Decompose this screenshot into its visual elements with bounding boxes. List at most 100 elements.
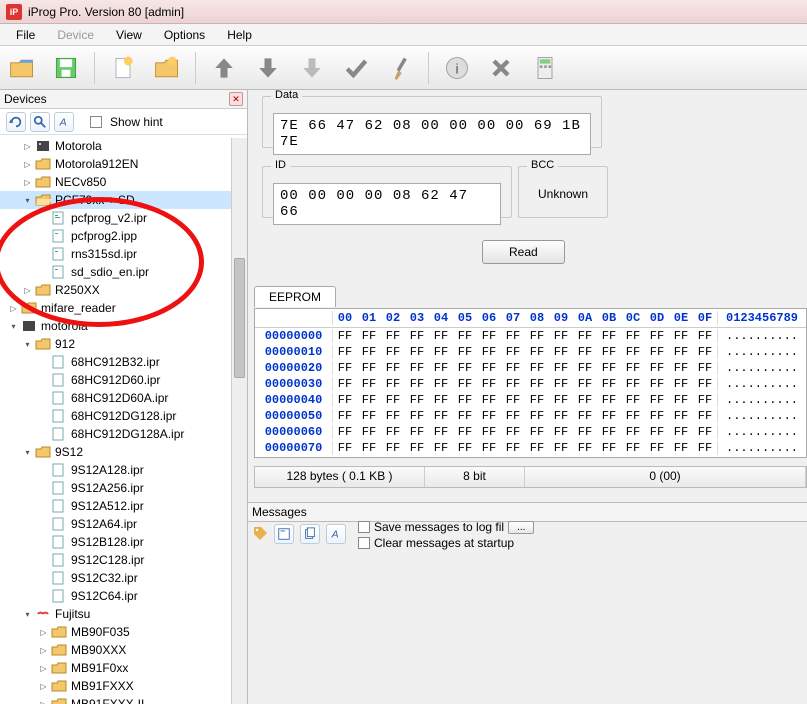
tree-item[interactable]: 9S12C32.ipr bbox=[71, 571, 138, 585]
tag-icon[interactable] bbox=[252, 525, 268, 544]
file-icon bbox=[51, 229, 67, 243]
status-width: 8 bit bbox=[425, 467, 525, 487]
folder-icon bbox=[51, 679, 67, 693]
status-pos: 0 (00) bbox=[525, 467, 806, 487]
close-button[interactable] bbox=[483, 50, 519, 86]
devices-close-button[interactable]: ✕ bbox=[229, 92, 243, 106]
save-log-label: Save messages to log fil bbox=[374, 520, 504, 534]
folder-button[interactable] bbox=[149, 50, 185, 86]
messages-title: Messages bbox=[248, 502, 807, 522]
tab-eeprom[interactable]: EEPROM bbox=[254, 286, 336, 307]
menu-view[interactable]: View bbox=[106, 26, 152, 44]
menu-help[interactable]: Help bbox=[217, 26, 262, 44]
folder-icon bbox=[35, 283, 51, 297]
tree-item[interactable]: 68HC912B32.ipr bbox=[71, 355, 160, 369]
tree-item[interactable]: 912 bbox=[55, 337, 75, 351]
content-pane: Data 7E 66 47 62 08 00 00 00 00 69 1B 7E… bbox=[248, 90, 807, 704]
id-value[interactable]: 00 00 00 00 08 62 47 66 bbox=[273, 183, 501, 225]
tree-item[interactable]: 9S12A128.ipr bbox=[71, 463, 144, 477]
show-hint-checkbox[interactable] bbox=[90, 116, 102, 128]
file-icon bbox=[51, 247, 67, 261]
data-value[interactable]: 7E 66 47 62 08 00 00 00 00 69 1B 7E bbox=[273, 113, 591, 155]
tree-item[interactable]: Motorola912EN bbox=[55, 157, 138, 171]
tree-scrollbar[interactable] bbox=[231, 138, 247, 704]
file-icon bbox=[51, 211, 67, 225]
up-arrow-button[interactable] bbox=[206, 50, 242, 86]
calculator-button[interactable] bbox=[527, 50, 563, 86]
tree-item[interactable]: 9S12A512.ipr bbox=[71, 499, 144, 513]
menu-options[interactable]: Options bbox=[154, 26, 215, 44]
svg-text:i: i bbox=[455, 60, 458, 76]
menu-device[interactable]: Device bbox=[47, 26, 104, 44]
bcc-value: Unknown bbox=[519, 187, 607, 201]
tree-item[interactable]: MB90XXX bbox=[71, 643, 126, 657]
svg-text:A: A bbox=[59, 116, 67, 128]
tree-item[interactable]: Fujitsu bbox=[55, 607, 90, 621]
menu-file[interactable]: File bbox=[6, 26, 45, 44]
tree-item[interactable]: 9S12A64.ipr bbox=[71, 517, 137, 531]
down-arrow-button[interactable] bbox=[250, 50, 286, 86]
copy-icon[interactable] bbox=[300, 524, 320, 544]
tree-item[interactable]: motorola bbox=[41, 319, 88, 333]
font-icon[interactable]: A bbox=[54, 112, 74, 132]
clear-startup-label: Clear messages at startup bbox=[374, 536, 514, 550]
devices-pane: Devices ✕ A Show hint ▷Motorola ▷Motorol… bbox=[0, 90, 248, 704]
tree-item[interactable]: MB90F035 bbox=[71, 625, 130, 639]
menu-bar: File Device View Options Help bbox=[0, 24, 807, 46]
save-button[interactable] bbox=[48, 50, 84, 86]
tree-item[interactable]: NECv850 bbox=[55, 175, 106, 189]
new-button[interactable] bbox=[105, 50, 141, 86]
id-label: ID bbox=[271, 159, 290, 171]
tree-item[interactable]: pcfprog_v2.ipr bbox=[71, 211, 147, 225]
file-icon bbox=[51, 499, 67, 513]
file-icon bbox=[51, 463, 67, 477]
info-button[interactable]: i bbox=[439, 50, 475, 86]
tree-item[interactable]: 9S12 bbox=[55, 445, 83, 459]
tree-item[interactable]: Motorola bbox=[55, 139, 102, 153]
device-tree[interactable]: ▷Motorola ▷Motorola912EN ▷NECv850 ▾PCF79… bbox=[0, 135, 247, 704]
tree-item[interactable]: pcfprog2.ipp bbox=[71, 229, 137, 243]
title-bar: iP iProg Pro. Version 80 [admin] bbox=[0, 0, 807, 24]
tree-item[interactable]: 68HC912D60.ipr bbox=[71, 373, 160, 387]
tree-item[interactable]: MB91F0xx bbox=[71, 661, 128, 675]
save-log-icon[interactable] bbox=[274, 524, 294, 544]
folder-icon bbox=[35, 175, 51, 189]
folder-icon bbox=[35, 157, 51, 171]
tree-item[interactable]: mifare_reader bbox=[41, 301, 116, 315]
tree-item[interactable]: sd_sdio_en.ipr bbox=[71, 265, 149, 279]
file-icon bbox=[51, 373, 67, 387]
tree-item[interactable]: 9S12B128.ipr bbox=[71, 535, 144, 549]
tree-item[interactable]: 9S12A256.ipr bbox=[71, 481, 144, 495]
tree-item[interactable]: R250XX bbox=[55, 283, 100, 297]
tree-item[interactable]: 68HC912DG128A.ipr bbox=[71, 427, 184, 441]
font-icon[interactable]: A bbox=[326, 524, 346, 544]
scroll-down-button[interactable] bbox=[294, 50, 330, 86]
tree-item[interactable]: 9S12C64.ipr bbox=[71, 589, 138, 603]
brush-button[interactable] bbox=[382, 50, 418, 86]
clear-startup-checkbox[interactable] bbox=[358, 537, 370, 549]
tree-item[interactable]: 68HC912D60A.ipr bbox=[71, 391, 168, 405]
tree-item[interactable]: 9S12C128.ipr bbox=[71, 553, 144, 567]
open-button[interactable] bbox=[4, 50, 40, 86]
chip-icon bbox=[21, 319, 37, 333]
check-button[interactable] bbox=[338, 50, 374, 86]
file-icon bbox=[51, 553, 67, 567]
bcc-label: BCC bbox=[527, 159, 558, 171]
toolbar: i bbox=[0, 46, 807, 90]
tree-item[interactable]: MB91FXXX bbox=[71, 679, 134, 693]
tree-item[interactable]: PCF79xx + SD bbox=[55, 193, 135, 207]
folder-icon bbox=[51, 661, 67, 675]
file-icon bbox=[51, 571, 67, 585]
search-icon[interactable] bbox=[30, 112, 50, 132]
folder-icon bbox=[35, 445, 51, 459]
hex-editor[interactable]: 000102030405060708090A0B0C0D0E0F01234567… bbox=[254, 308, 807, 458]
data-label: Data bbox=[271, 90, 302, 101]
save-log-checkbox[interactable] bbox=[358, 521, 370, 533]
log-path-button[interactable]: ... bbox=[508, 521, 534, 534]
link-icon bbox=[35, 607, 51, 621]
tree-item[interactable]: rns315sd.ipr bbox=[71, 247, 137, 261]
tree-item[interactable]: MB91FXXX-II bbox=[71, 697, 144, 704]
refresh-icon[interactable] bbox=[6, 112, 26, 132]
tree-item[interactable]: 68HC912DG128.ipr bbox=[71, 409, 176, 423]
read-button[interactable]: Read bbox=[482, 240, 565, 264]
